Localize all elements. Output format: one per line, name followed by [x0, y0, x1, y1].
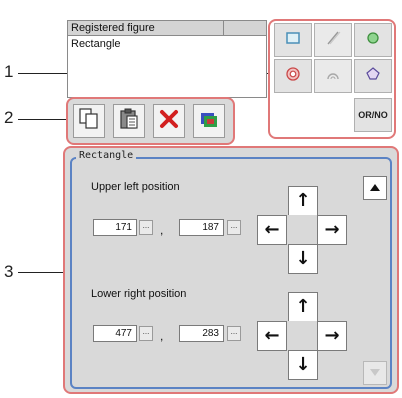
polygon-shape-button[interactable] [354, 59, 392, 93]
lower-right-left-button[interactable]: ← [257, 321, 287, 351]
lower-right-label: Lower right position [91, 288, 187, 300]
paste-icon [119, 108, 139, 135]
circle-shape-button[interactable] [354, 23, 392, 57]
scroll-down-button[interactable] [363, 361, 387, 385]
arc-shape-button[interactable] [314, 59, 352, 93]
color-icon [199, 109, 219, 134]
rectangle-shape-button[interactable] [274, 23, 312, 57]
line-shape-button[interactable] [314, 23, 352, 57]
delete-icon [159, 109, 179, 134]
upper-left-up-button[interactable]: ↑ [288, 186, 318, 216]
upper-left-y-field[interactable]: 187 [179, 219, 224, 236]
scroll-up-button[interactable] [363, 176, 387, 200]
callout-1: 1 [4, 62, 14, 81]
upper-left-x-dots-button[interactable]: ... [139, 220, 153, 235]
polygon-icon [365, 66, 381, 86]
delete-button[interactable] [153, 104, 185, 138]
lower-right-y-dots-button[interactable]: ... [227, 326, 241, 341]
leader-line-2 [18, 119, 68, 120]
paste-button[interactable] [113, 104, 145, 138]
upper-left-label: Upper left position [91, 181, 180, 193]
registered-figure-row[interactable]: Rectangle [71, 38, 121, 50]
upper-left-x-field[interactable]: 171 [93, 219, 137, 236]
arc-icon [326, 67, 340, 85]
shape-selector-group: OR/NO [268, 19, 396, 139]
registered-figure-list[interactable]: Registered figure Rectangle [67, 20, 267, 98]
upper-left-down-button[interactable]: ↓ [288, 244, 318, 274]
registered-figure-header: Registered figure [68, 21, 266, 36]
upper-left-left-button[interactable]: ← [257, 215, 287, 245]
leader-line-3 [18, 272, 65, 273]
circle-icon [366, 31, 380, 50]
ring-icon [285, 66, 301, 87]
rectangle-icon [286, 31, 300, 49]
triangle-up-icon [369, 179, 381, 197]
lower-right-right-button[interactable]: → [317, 321, 347, 351]
lower-right-down-button[interactable]: ↓ [288, 350, 318, 380]
or-not-button[interactable]: OR/NO [354, 98, 392, 132]
color-setting-button[interactable] [193, 104, 225, 138]
frame-legend: Rectangle [76, 150, 137, 161]
rectangle-settings-frame: Rectangle Upper left position 171 ... , … [70, 150, 392, 389]
lower-right-comma: , [160, 329, 164, 343]
copy-icon [79, 107, 99, 135]
copy-button[interactable] [73, 104, 105, 138]
callout-3: 3 [4, 262, 14, 281]
lower-right-up-button[interactable]: ↑ [288, 292, 318, 322]
lower-right-y-field[interactable]: 283 [179, 325, 224, 342]
lower-right-pad-center [287, 321, 317, 351]
registered-figure-column-header: Registered figure [68, 21, 224, 35]
lower-right-x-dots-button[interactable]: ... [139, 326, 153, 341]
triangle-down-icon [369, 364, 381, 382]
upper-left-right-button[interactable]: → [317, 215, 347, 245]
lower-right-x-field[interactable]: 477 [93, 325, 137, 342]
upper-left-y-dots-button[interactable]: ... [227, 220, 241, 235]
ring-shape-button[interactable] [274, 59, 312, 93]
edit-toolbar [66, 97, 235, 145]
upper-left-pad-center [287, 215, 317, 245]
line-icon [325, 30, 341, 51]
callout-2: 2 [4, 108, 14, 127]
upper-left-comma: , [160, 223, 164, 237]
figure-editor-panel: Rectangle Upper left position 171 ... , … [63, 146, 399, 394]
